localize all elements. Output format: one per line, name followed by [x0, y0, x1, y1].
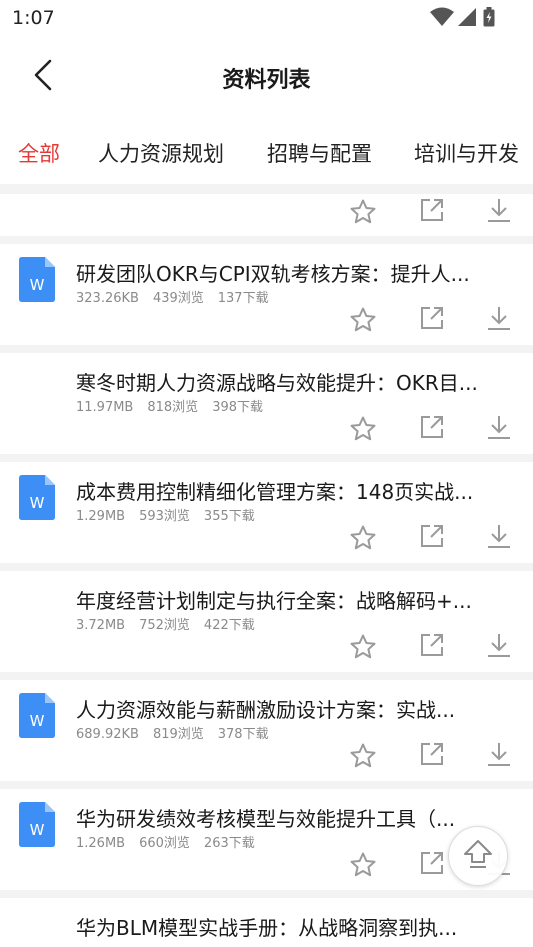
list-item[interactable]: 华为BLM模型实战手册：从战略洞察到执... — [0, 898, 533, 947]
row-separator — [0, 236, 533, 244]
share-icon[interactable] — [416, 194, 448, 226]
star-outline-icon[interactable] — [347, 304, 379, 336]
item-meta: 689.92KB 819浏览 378下载 — [76, 723, 283, 742]
file-size: 1.26MB — [76, 836, 126, 851]
row-separator — [0, 454, 533, 462]
download-icon[interactable] — [483, 738, 515, 770]
list-item[interactable]: W 成本费用控制精细化管理方案：148页实战... 1.29MB 593浏览 355… — [0, 462, 533, 563]
share-icon[interactable] — [416, 411, 448, 443]
status-bar: 1:07 — [0, 0, 533, 36]
row-separator — [0, 345, 533, 353]
star-outline-icon[interactable] — [347, 631, 379, 663]
word-doc-icon: W — [19, 475, 55, 520]
star-outline-icon[interactable] — [347, 522, 379, 554]
item-title[interactable]: 研发团队OKR与CPI双轨考核方案：提升人... — [76, 258, 512, 287]
status-time: 1:07 — [12, 7, 55, 29]
item-meta: 1.26MB 660浏览 263下载 — [76, 832, 269, 851]
download-count: 398下载 — [212, 400, 264, 415]
word-doc-icon: W — [19, 802, 55, 847]
tab-all[interactable]: 全部 — [18, 138, 60, 168]
list-item[interactable]: 寒冬时期人力资源战略与效能提升：OKR目... 11.97MB 818浏览 398下… — [0, 353, 533, 454]
row-separator — [0, 890, 533, 898]
back-to-top-button[interactable] — [448, 826, 508, 886]
view-count: 593浏览 — [139, 509, 190, 524]
view-count: 660浏览 — [139, 836, 190, 851]
view-count: 439浏览 — [152, 291, 204, 306]
list-item[interactable]: 年度经营计划制定与执行全案：战略解码+... 3.72MB 752浏览 422下载 — [0, 571, 533, 672]
row-separator — [0, 672, 533, 680]
file-size: 11.97MB — [76, 400, 134, 415]
share-icon[interactable] — [416, 520, 448, 552]
svg-text:W: W — [30, 494, 45, 512]
item-title[interactable]: 华为研发绩效考核模型与效能提升工具（... — [76, 803, 512, 832]
list-item[interactable]: W 研发团队OKR与CPI双轨考核方案：提升人... 323.26KB 439浏览… — [0, 244, 533, 345]
item-meta — [76, 941, 118, 947]
file-size: 323.26KB — [76, 291, 139, 306]
page-title: 资料列表 — [222, 68, 311, 93]
download-icon[interactable] — [483, 194, 515, 226]
view-count: 819浏览 — [152, 727, 204, 742]
download-count: 263下载 — [203, 836, 255, 851]
share-icon[interactable] — [416, 738, 448, 770]
item-meta: 323.26KB 439浏览 137下载 — [76, 287, 283, 306]
wifi-icon — [430, 7, 454, 27]
svg-text:W: W — [30, 821, 45, 839]
download-count: 422下载 — [203, 618, 255, 633]
file-size: 1.29MB — [76, 509, 126, 524]
star-outline-icon[interactable] — [347, 413, 379, 445]
item-title[interactable]: 华为BLM模型实战手册：从战略洞察到执... — [76, 912, 512, 941]
star-outline-icon[interactable] — [347, 849, 379, 881]
tab-recruitment[interactable]: 招聘与配置 — [267, 138, 372, 168]
download-icon[interactable] — [483, 629, 515, 661]
tab-hr-planning[interactable]: 人力资源规划 — [98, 138, 224, 168]
item-title[interactable]: 年度经营计划制定与执行全案：战略解码+... — [76, 585, 512, 614]
download-count: 355下载 — [203, 509, 255, 524]
download-icon[interactable] — [483, 411, 515, 443]
star-outline-icon[interactable] — [347, 740, 379, 772]
list-item-partial[interactable] — [0, 194, 533, 236]
row-separator — [0, 781, 533, 789]
item-title[interactable]: 成本费用控制精细化管理方案：148页实战... — [76, 476, 512, 505]
download-icon[interactable] — [483, 520, 515, 552]
cellular-signal-icon — [457, 7, 477, 27]
svg-text:W: W — [30, 712, 45, 730]
list-item[interactable]: W 人力资源效能与薪酬激励设计方案：实战... 689.92KB 819浏览 378… — [0, 680, 533, 781]
view-count: 818浏览 — [147, 400, 199, 415]
share-icon[interactable] — [416, 629, 448, 661]
item-meta: 3.72MB 752浏览 422下载 — [76, 614, 269, 633]
item-title[interactable]: 寒冬时期人力资源战略与效能提升：OKR目... — [76, 367, 512, 396]
star-outline-icon[interactable] — [347, 196, 379, 228]
tabs-divider — [0, 184, 533, 194]
word-doc-icon: W — [19, 257, 55, 302]
file-size: 3.72MB — [76, 618, 126, 633]
file-size: 689.92KB — [76, 727, 139, 742]
share-icon[interactable] — [416, 302, 448, 334]
download-count: 378下载 — [217, 727, 269, 742]
nav-bar: 资料列表 — [0, 44, 533, 110]
share-icon[interactable] — [416, 847, 448, 879]
row-separator — [0, 563, 533, 571]
battery-icon — [483, 7, 495, 27]
tab-training[interactable]: 培训与开发 — [414, 138, 519, 168]
word-doc-icon: W — [19, 693, 55, 738]
status-icons — [430, 7, 495, 27]
category-tabs: 全部 人力资源规划 招聘与配置 培训与开发 — [0, 130, 533, 176]
item-meta: 1.29MB 593浏览 355下载 — [76, 505, 269, 524]
arrow-up-icon — [461, 837, 495, 875]
view-count: 752浏览 — [139, 618, 190, 633]
item-title[interactable]: 人力资源效能与薪酬激励设计方案：实战... — [76, 694, 512, 723]
download-count: 137下载 — [217, 291, 269, 306]
item-meta: 11.97MB 818浏览 398下载 — [76, 396, 277, 415]
svg-text:W: W — [30, 276, 45, 294]
download-icon[interactable] — [483, 302, 515, 334]
